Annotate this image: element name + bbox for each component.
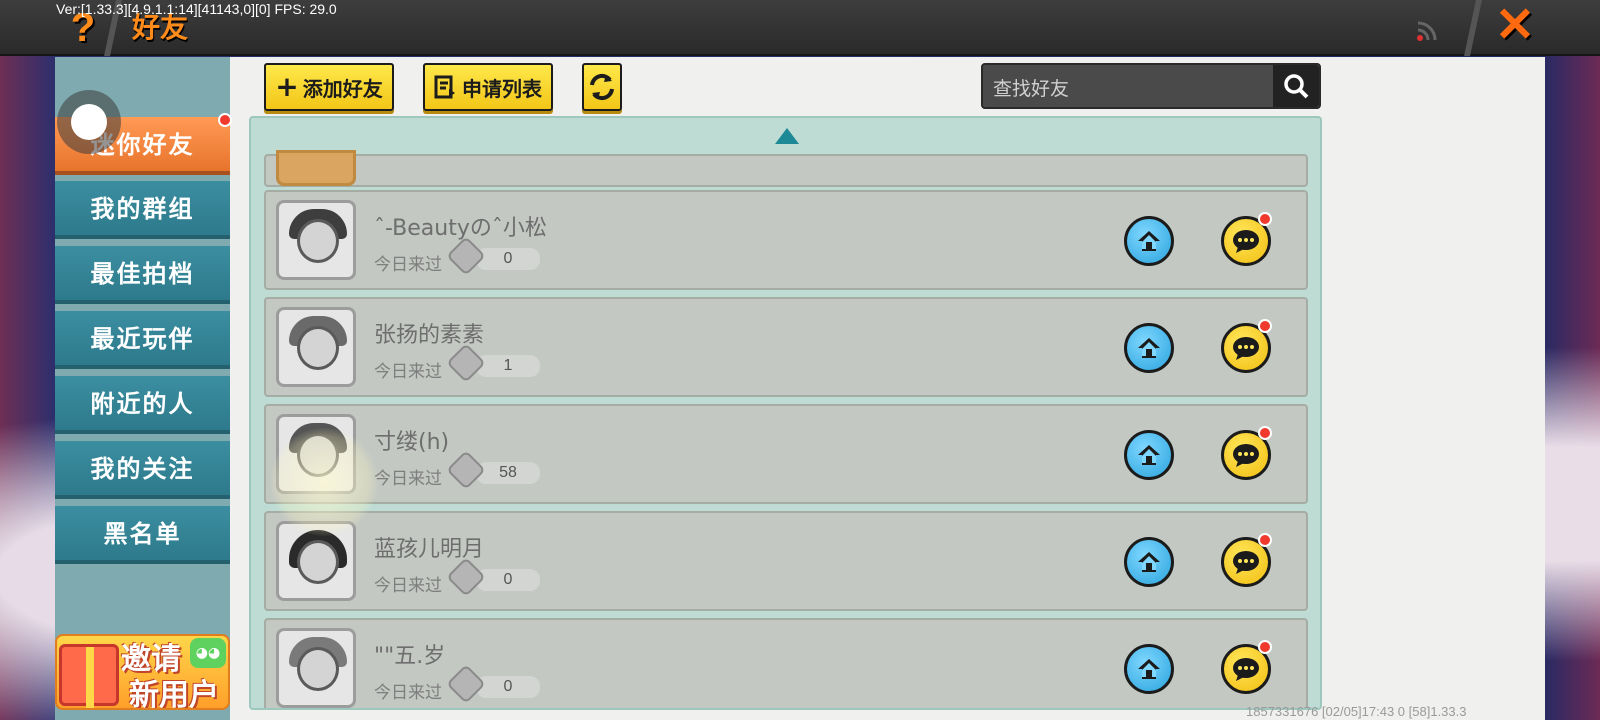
- list-item: [264, 150, 1308, 187]
- sidebar-item-nearby[interactable]: 附近的人: [55, 376, 230, 434]
- sidebar-item-label: 最佳拍档: [90, 260, 195, 288]
- divider: [1464, 0, 1482, 56]
- visit-icon: [446, 343, 486, 383]
- list-item[interactable]: 蓝孩儿明月 今日来过 0: [264, 511, 1308, 611]
- list-item[interactable]: ""五.岁 今日来过 0: [264, 618, 1308, 708]
- search-button[interactable]: [1273, 65, 1319, 107]
- sidebar-item-best-partner[interactable]: 最佳拍档: [55, 246, 230, 304]
- search-icon: [1284, 74, 1309, 99]
- debug-info: Ver:[1.33.3][4.9.1.1:14][41143,0][0] FPS…: [56, 1, 337, 17]
- notification-dot: [1258, 426, 1272, 440]
- list-icon: [434, 75, 455, 99]
- home-button[interactable]: [1124, 644, 1174, 694]
- footer-info: 1857331676 [02/05]17:43 0 [58]1.33.3: [1246, 704, 1467, 719]
- friend-name: ˆ-Beautyのˆ小松: [374, 216, 547, 241]
- chat-icon: [1233, 444, 1259, 467]
- avatar: [276, 150, 356, 186]
- visited-label: 今日来过: [374, 576, 442, 596]
- visit-count: 0: [476, 569, 540, 591]
- close-button[interactable]: ✕: [1492, 2, 1538, 50]
- sidebar-item-recent-playmates[interactable]: 最近玩伴: [55, 311, 230, 369]
- list-item[interactable]: ˆ-Beautyのˆ小松 今日来过 0: [264, 190, 1308, 290]
- visit-count: 58: [476, 462, 540, 484]
- avatar: [276, 628, 356, 708]
- sidebar-item-label: 附近的人: [90, 390, 195, 418]
- signal-icon: [1417, 21, 1437, 41]
- sidebar-item-following[interactable]: 我的关注: [55, 441, 230, 499]
- visit-count: 1: [476, 355, 540, 377]
- home-icon: [1138, 231, 1160, 251]
- chat-icon: [1233, 658, 1259, 681]
- chat-icon: [1233, 337, 1259, 360]
- home-icon: [1138, 659, 1160, 679]
- home-button[interactable]: [1124, 323, 1174, 373]
- list-item[interactable]: 寸缕(h) 今日来过 58: [264, 404, 1308, 504]
- chat-icon: [1233, 551, 1259, 574]
- sidebar-item-label: 最近玩伴: [90, 325, 195, 353]
- gift-icon: [59, 644, 119, 708]
- chat-icon: [1233, 230, 1259, 253]
- notification-dot: [1258, 212, 1272, 226]
- home-button[interactable]: [1124, 216, 1174, 266]
- notification-dot: [1258, 640, 1272, 654]
- visited-label: 今日来过: [374, 362, 442, 382]
- plus-icon: +: [275, 70, 299, 103]
- wechat-icon: ◕◕: [190, 638, 226, 668]
- search-placeholder: 查找好友: [993, 78, 1070, 100]
- visited-label: 今日来过: [374, 469, 442, 489]
- visit-icon: [446, 664, 486, 704]
- visit-icon: [446, 557, 486, 597]
- sidebar: 迷你好友 我的群组 最佳拍档 最近玩伴 附近的人 我的关注 黑名单: [55, 57, 232, 720]
- home-icon: [1138, 445, 1160, 465]
- request-list-button[interactable]: 申请列表: [423, 63, 553, 111]
- scroll-up-icon[interactable]: [775, 128, 799, 144]
- visited-label: 今日来过: [374, 255, 442, 275]
- visit-count: 0: [476, 248, 540, 270]
- add-friend-button[interactable]: + 添加好友: [264, 63, 394, 111]
- touch-glow: [270, 428, 378, 536]
- friend-list[interactable]: ˆ-Beautyのˆ小松 今日来过 0 张扬的素素 今日来过 1 寸缕(h) 今…: [249, 116, 1322, 710]
- home-icon: [1138, 338, 1160, 358]
- list-item[interactable]: 张扬的素素 今日来过 1: [264, 297, 1308, 397]
- friend-name: 蓝孩儿明月: [374, 537, 485, 562]
- sidebar-item-label: 我的群组: [90, 195, 195, 223]
- refresh-icon: [590, 73, 614, 101]
- notification-dot: [1258, 533, 1272, 547]
- sidebar-item-label: 我的关注: [90, 455, 195, 483]
- refresh-button[interactable]: [582, 63, 622, 111]
- touch-indicator: [57, 90, 121, 154]
- top-bar: ? 好友 ✕ Ver:[1.33.3][4.9.1.1:14][41143,0]…: [0, 0, 1600, 56]
- visited-label: 今日来过: [374, 683, 442, 703]
- notification-dot: [218, 113, 232, 127]
- home-icon: [1138, 552, 1160, 572]
- friend-name: ""五.岁: [374, 644, 446, 669]
- button-label: 申请列表: [462, 76, 542, 101]
- home-button[interactable]: [1124, 537, 1174, 587]
- button-label: 添加好友: [302, 76, 383, 101]
- sidebar-item-my-groups[interactable]: 我的群组: [55, 181, 230, 239]
- invite-new-user-banner[interactable]: 邀请 新用户 ◕◕: [55, 634, 230, 710]
- invite-label: 新用户: [129, 678, 219, 710]
- notification-dot: [1258, 319, 1272, 333]
- visit-icon: [446, 236, 486, 276]
- home-button[interactable]: [1124, 430, 1174, 480]
- visit-count: 0: [476, 676, 540, 698]
- visit-icon: [446, 450, 486, 490]
- search-field[interactable]: 查找好友: [981, 63, 1321, 109]
- avatar: [276, 307, 356, 387]
- sidebar-item-blacklist[interactable]: 黑名单: [55, 506, 230, 564]
- sidebar-item-label: 黑名单: [103, 520, 182, 548]
- friend-name: 寸缕(h): [374, 430, 450, 455]
- avatar: [276, 200, 356, 280]
- friend-name: 张扬的素素: [374, 323, 485, 348]
